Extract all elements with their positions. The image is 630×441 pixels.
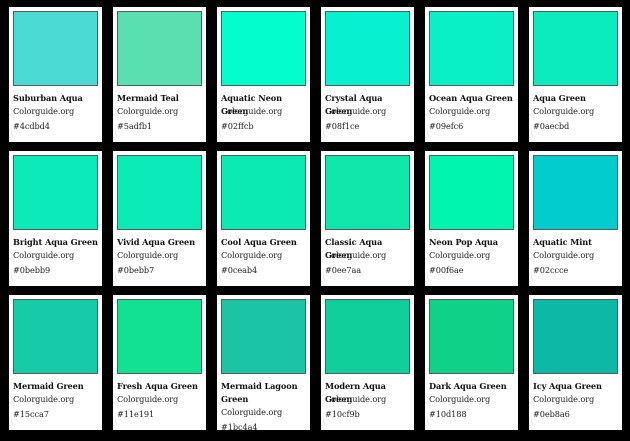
color-source: Colorguide.org — [533, 394, 595, 404]
color-source: Colorguide.org — [117, 106, 179, 116]
swatch-card-modern-aqua-green[interactable]: Modern Aqua Green Colorguide.org #10cf9b — [321, 295, 414, 430]
color-source: Colorguide.org — [429, 250, 491, 260]
color-name: Aquatic Mint — [533, 237, 592, 247]
swatch-card-cool-aqua-green[interactable]: Cool Aqua Green Colorguide.org #0ceab4 — [217, 151, 310, 286]
color-hex: #0ceab4 — [221, 265, 258, 275]
color-name: Icy Aqua Green — [533, 381, 602, 391]
color-swatch — [13, 299, 98, 374]
color-name: Mermaid Lagoon Green — [221, 381, 298, 404]
color-hex: #09efc6 — [429, 121, 464, 131]
color-source: Colorguide.org — [325, 106, 387, 116]
color-swatch — [13, 155, 98, 230]
color-swatch — [13, 11, 98, 86]
color-swatch — [221, 299, 306, 374]
swatch-card-vivid-aqua-green[interactable]: Vivid Aqua Green Colorguide.org #0bebb7 — [113, 151, 206, 286]
swatch-card-icy-aqua-green[interactable]: Icy Aqua Green Colorguide.org #0eb8a6 — [529, 295, 622, 430]
color-swatch — [533, 11, 618, 86]
color-source: Colorguide.org — [117, 394, 179, 404]
color-source: Colorguide.org — [221, 407, 283, 417]
swatch-card-crystal-aqua-green[interactable]: Crystal Aqua Green Colorguide.org #08f1c… — [321, 7, 414, 142]
color-source: Colorguide.org — [221, 250, 283, 260]
color-hex: #0bebb9 — [13, 265, 51, 275]
color-name: Neon Pop Aqua — [429, 237, 498, 247]
color-hex: #10d188 — [429, 409, 467, 419]
color-hex: #02ffcb — [221, 121, 254, 131]
color-name: Mermaid Teal — [117, 93, 179, 103]
color-swatch — [117, 155, 202, 230]
color-hex: #08f1ce — [325, 121, 360, 131]
color-swatch — [429, 299, 514, 374]
swatch-card-aquatic-mint[interactable]: Aquatic Mint Colorguide.org #02ccce — [529, 151, 622, 286]
color-source: Colorguide.org — [221, 106, 283, 116]
swatch-card-mermaid-lagoon-green[interactable]: Mermaid Lagoon Green Colorguide.org #1bc… — [217, 295, 310, 432]
color-source: Colorguide.org — [429, 106, 491, 116]
color-source: Colorguide.org — [533, 106, 595, 116]
color-hex: #15cca7 — [13, 409, 49, 419]
color-swatch — [325, 299, 410, 374]
color-hex: #10cf9b — [325, 409, 360, 419]
color-swatch — [221, 155, 306, 230]
color-swatch — [429, 155, 514, 230]
swatch-card-ocean-aqua-green[interactable]: Ocean Aqua Green Colorguide.org #09efc6 — [425, 7, 518, 142]
color-hex: #4cdbd4 — [13, 121, 50, 131]
color-hex: #00f6ae — [429, 265, 464, 275]
swatch-card-aqua-green[interactable]: Aqua Green Colorguide.org #0aecbd — [529, 7, 622, 142]
color-hex: #5adfb1 — [117, 121, 152, 131]
color-source: Colorguide.org — [13, 106, 75, 116]
color-name: Bright Aqua Green — [13, 237, 98, 247]
color-swatch — [429, 11, 514, 86]
color-swatch — [533, 299, 618, 374]
color-name: Fresh Aqua Green — [117, 381, 198, 391]
color-hex: #0bebb7 — [117, 265, 155, 275]
color-hex: #1bc4a4 — [221, 422, 258, 432]
color-hex: #0ee7aa — [325, 265, 362, 275]
color-name: Aqua Green — [533, 93, 586, 103]
color-source: Colorguide.org — [325, 394, 387, 404]
color-name: Mermaid Green — [13, 381, 84, 391]
swatch-card-mermaid-teal[interactable]: Mermaid Teal Colorguide.org #5adfb1 — [113, 7, 206, 142]
color-swatch — [325, 11, 410, 86]
color-source: Colorguide.org — [429, 394, 491, 404]
color-hex: #02ccce — [533, 265, 569, 275]
color-name: Dark Aqua Green — [429, 381, 507, 391]
swatch-card-suburban-aqua[interactable]: Suburban Aqua Colorguide.org #4cdbd4 — [9, 7, 102, 142]
color-swatch — [117, 299, 202, 374]
color-swatch — [117, 11, 202, 86]
color-source: Colorguide.org — [13, 394, 75, 404]
swatch-card-dark-aqua-green[interactable]: Dark Aqua Green Colorguide.org #10d188 — [425, 295, 518, 430]
color-hex: #11e191 — [117, 409, 155, 419]
swatch-card-fresh-aqua-green[interactable]: Fresh Aqua Green Colorguide.org #11e191 — [113, 295, 206, 430]
color-source: Colorguide.org — [325, 250, 387, 260]
color-swatch — [533, 155, 618, 230]
color-source: Colorguide.org — [533, 250, 595, 260]
color-swatch — [221, 11, 306, 86]
color-name: Vivid Aqua Green — [117, 237, 196, 247]
color-hex: #0aecbd — [533, 121, 570, 131]
swatch-card-aquatic-neon-green[interactable]: Aquatic Neon Green Colorguide.org #02ffc… — [217, 7, 310, 142]
color-name: Suburban Aqua — [13, 93, 83, 103]
color-swatch — [325, 155, 410, 230]
color-name: Cool Aqua Green — [221, 237, 297, 247]
color-hex: #0eb8a6 — [533, 409, 570, 419]
swatch-grid: Suburban Aqua Colorguide.org #4cdbd4 Mer… — [0, 0, 630, 441]
color-name: Ocean Aqua Green — [429, 93, 513, 103]
color-source: Colorguide.org — [13, 250, 75, 260]
swatch-card-bright-aqua-green[interactable]: Bright Aqua Green Colorguide.org #0bebb9 — [9, 151, 102, 286]
swatch-card-mermaid-green[interactable]: Mermaid Green Colorguide.org #15cca7 — [9, 295, 102, 430]
color-source: Colorguide.org — [117, 250, 179, 260]
swatch-card-classic-aqua-green[interactable]: Classic Aqua Green Colorguide.org #0ee7a… — [321, 151, 414, 286]
swatch-card-neon-pop-aqua[interactable]: Neon Pop Aqua Colorguide.org #00f6ae — [425, 151, 518, 286]
